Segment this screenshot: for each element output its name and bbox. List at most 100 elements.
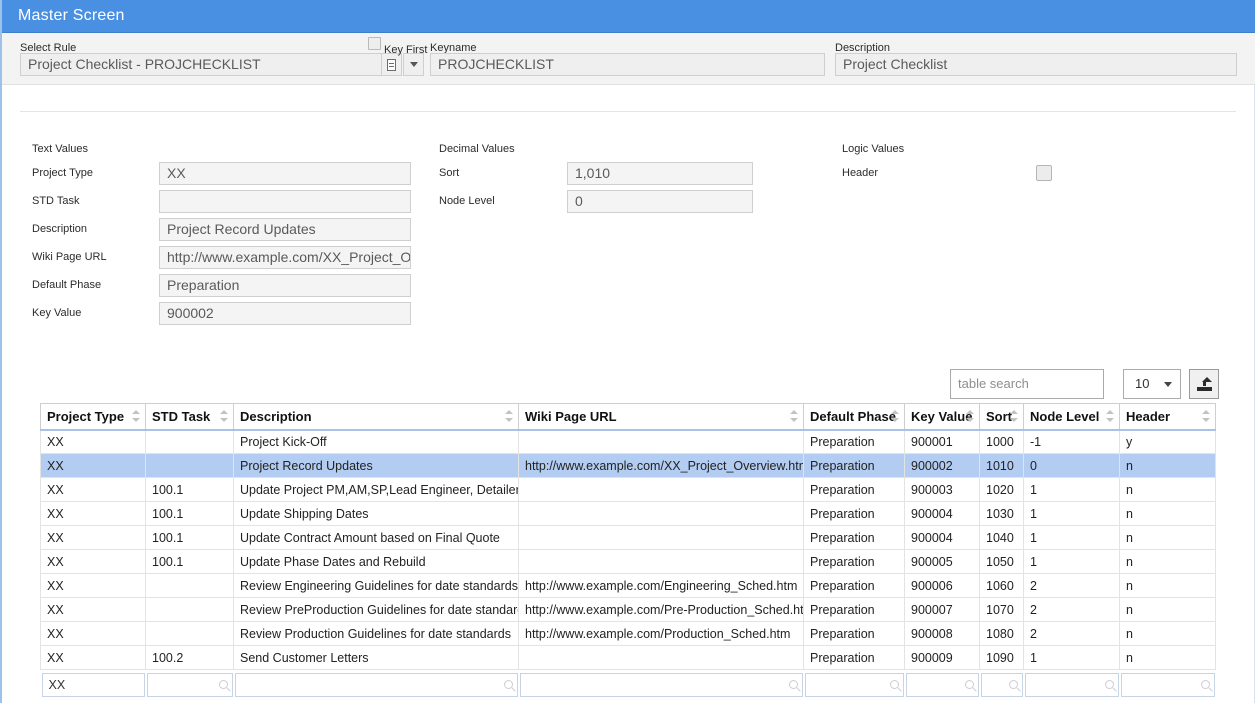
cell-node-level: 2: [1024, 598, 1120, 622]
cell-wiki-page-url: [519, 502, 804, 526]
window-title-bar: Master Screen: [2, 0, 1255, 33]
cell-project-type: XX: [41, 550, 146, 574]
cell-key-value: 900004: [905, 502, 980, 526]
sort-field[interactable]: 1,010: [567, 162, 753, 185]
table-row[interactable]: XXReview Engineering Guidelines for date…: [41, 574, 1216, 598]
column-header-key-value[interactable]: Key Value: [905, 404, 980, 430]
column-header-wiki-page-url[interactable]: Wiki Page URL: [519, 404, 804, 430]
sort-icon: [1010, 410, 1018, 422]
filter-input-header[interactable]: [1121, 673, 1215, 697]
column-header-default-phase[interactable]: Default Phase: [804, 404, 905, 430]
cell-sort: 1060: [980, 574, 1024, 598]
cell-header: n: [1120, 550, 1216, 574]
column-header-description[interactable]: Description: [234, 404, 519, 430]
description-input[interactable]: Project Checklist: [835, 53, 1237, 76]
cell-project-type: XX: [41, 454, 146, 478]
sort-icon: [505, 410, 513, 422]
cell-header: n: [1120, 574, 1216, 598]
filter-input-description[interactable]: [235, 673, 518, 697]
filter-input-project-type[interactable]: XX: [42, 673, 145, 697]
project-type-label: Project Type: [32, 167, 93, 179]
column-header-node-level[interactable]: Node Level: [1024, 404, 1120, 430]
table-row[interactable]: XX100.1Update Shipping DatesPreparation9…: [41, 502, 1216, 526]
data-table: Project Type STD Task Description Wiki P…: [40, 403, 1216, 698]
page-size-select[interactable]: 10: [1123, 369, 1181, 399]
list-detail-icon: [387, 59, 396, 71]
key-value-field[interactable]: 900002: [159, 302, 411, 325]
cell-default-phase: Preparation: [804, 574, 905, 598]
node-level-field[interactable]: 0: [567, 190, 753, 213]
column-header-std-task[interactable]: STD Task: [146, 404, 234, 430]
filter-input-sort[interactable]: [981, 673, 1023, 697]
cell-default-phase: Preparation: [804, 646, 905, 670]
search-icon: [965, 680, 974, 689]
search-icon: [1009, 680, 1018, 689]
cell-description: Update Phase Dates and Rebuild: [234, 550, 519, 574]
select-rule-input[interactable]: Project Checklist - PROJCHECKLIST: [20, 53, 382, 76]
filter-input-default-phase[interactable]: [805, 673, 904, 697]
logic-values-section-label: Logic Values: [842, 143, 904, 155]
default-phase-field[interactable]: Preparation: [159, 274, 411, 297]
table-row[interactable]: XX100.1Update Contract Amount based on F…: [41, 526, 1216, 550]
keyname-input[interactable]: PROJCHECKLIST: [430, 53, 825, 76]
column-header-header[interactable]: Header: [1120, 404, 1216, 430]
cell-default-phase: Preparation: [804, 502, 905, 526]
wiki-page-url-label: Wiki Page URL: [32, 251, 107, 263]
cell-project-type: XX: [41, 526, 146, 550]
cell-node-level: -1: [1024, 430, 1120, 454]
cell-default-phase: Preparation: [804, 526, 905, 550]
select-rule-dropdown-button[interactable]: [403, 53, 424, 76]
cell-wiki-page-url: http://www.example.com/Pre-Production_Sc…: [519, 598, 804, 622]
cell-node-level: 2: [1024, 574, 1120, 598]
description-detail-label: Description: [32, 223, 87, 235]
cell-node-level: 1: [1024, 646, 1120, 670]
cell-node-level: 1: [1024, 526, 1120, 550]
filter-input-node-level[interactable]: [1025, 673, 1119, 697]
cell-header: y: [1120, 430, 1216, 454]
filter-input-wiki-page-url[interactable]: [520, 673, 803, 697]
select-rule-list-button[interactable]: [382, 53, 402, 76]
table-row[interactable]: XXReview Production Guidelines for date …: [41, 622, 1216, 646]
cell-header: n: [1120, 598, 1216, 622]
key-first-checkbox[interactable]: [368, 37, 381, 50]
table-row[interactable]: XX100.2Send Customer LettersPreparation9…: [41, 646, 1216, 670]
project-type-field[interactable]: XX: [159, 162, 411, 185]
column-label: Description: [240, 409, 312, 424]
header-label: Header: [842, 167, 878, 179]
filter-input-key-value[interactable]: [906, 673, 979, 697]
table-search-input[interactable]: table search: [950, 369, 1104, 399]
cell-description: Review Production Guidelines for date st…: [234, 622, 519, 646]
cell-std-task: 100.1: [146, 502, 234, 526]
filter-cell-key-value: [905, 670, 980, 698]
default-phase-label: Default Phase: [32, 279, 101, 291]
column-header-sort[interactable]: Sort: [980, 404, 1024, 430]
export-button[interactable]: [1189, 369, 1219, 399]
filter-cell-default-phase: [804, 670, 905, 698]
filter-input-std-task[interactable]: [147, 673, 233, 697]
column-label: STD Task: [152, 409, 210, 424]
table-row[interactable]: XXProject Kick-OffPreparation9000011000-…: [41, 430, 1216, 454]
std-task-field[interactable]: [159, 190, 411, 213]
chevron-down-icon: [410, 62, 418, 67]
table-row[interactable]: XX100.1Update Project PM,AM,SP,Lead Engi…: [41, 478, 1216, 502]
page-title: Master Screen: [18, 7, 125, 25]
cell-sort: 1030: [980, 502, 1024, 526]
filter-cell-header: [1120, 670, 1216, 698]
cell-std-task: [146, 454, 234, 478]
header-checkbox[interactable]: [1036, 165, 1052, 181]
table-row[interactable]: XX100.1Update Phase Dates and RebuildPre…: [41, 550, 1216, 574]
node-level-label: Node Level: [439, 195, 495, 207]
table-body: XXProject Kick-OffPreparation9000011000-…: [41, 430, 1216, 670]
cell-node-level: 1: [1024, 550, 1120, 574]
cell-description: Send Customer Letters: [234, 646, 519, 670]
table-row[interactable]: XXProject Record Updateshttp://www.examp…: [41, 454, 1216, 478]
description-detail-field[interactable]: Project Record Updates: [159, 218, 411, 241]
wiki-page-url-field[interactable]: http://www.example.com/XX_Project_Overv: [159, 246, 411, 269]
table-row[interactable]: XXReview PreProduction Guidelines for da…: [41, 598, 1216, 622]
cell-description: Project Kick-Off: [234, 430, 519, 454]
cell-description: Project Record Updates: [234, 454, 519, 478]
search-icon: [219, 680, 228, 689]
column-header-project-type[interactable]: Project Type: [41, 404, 146, 430]
std-task-label: STD Task: [32, 195, 79, 207]
search-icon: [789, 680, 798, 689]
